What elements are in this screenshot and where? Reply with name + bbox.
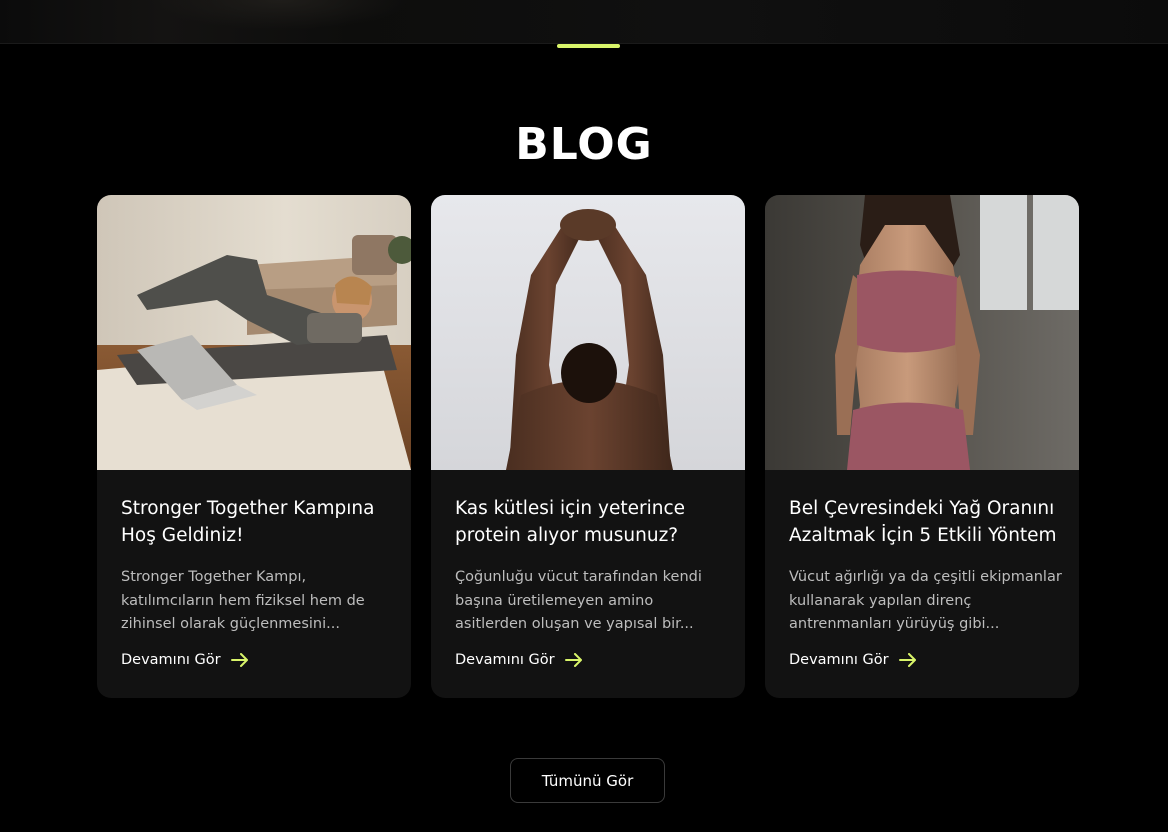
read-more-link[interactable]: Devamını Gör [455,652,583,668]
blog-card[interactable]: Bel Çevresindeki Yağ Oranını Azaltmak İç… [765,195,1079,698]
woman-exercising-image [97,195,411,470]
read-more-link[interactable]: Devamını Gör [121,652,249,668]
blog-card-image[interactable] [765,195,1079,470]
read-more-label: Devamını Gör [455,652,555,668]
blog-card-list: Stronger Together Kampına Hoş Geldiniz! … [97,195,1079,698]
read-more-label: Devamını Gör [789,652,889,668]
hero-texture [150,0,410,30]
view-all-button[interactable]: Tümünü Gör [510,758,665,803]
blog-card-title[interactable]: Kas kütlesi için yeterince protein alıyo… [455,495,729,549]
man-stretching-image [431,195,745,470]
arrow-right-icon [898,653,917,667]
section-title: BLOG [515,118,653,170]
blog-card-image[interactable] [431,195,745,470]
woman-sportswear-image [765,195,1079,470]
blog-card-excerpt: Stronger Together Kampı, katılımcıların … [121,569,365,632]
blog-card-excerpt: Vücut ağırlığı ya da çeşitli ekipmanlar … [789,569,1062,632]
read-more-label: Devamını Gör [121,652,221,668]
blog-card-title[interactable]: Stronger Together Kampına Hoş Geldiniz! [121,495,395,549]
read-more-link[interactable]: Devamını Gör [789,652,917,668]
blog-card-title[interactable]: Bel Çevresindeki Yağ Oranını Azaltmak İç… [789,495,1063,549]
blog-card[interactable]: Stronger Together Kampına Hoş Geldiniz! … [97,195,411,698]
blog-card[interactable]: Kas kütlesi için yeterince protein alıyo… [431,195,745,698]
section-accent-line [557,44,620,48]
hero-image-strip [0,0,1168,44]
arrow-right-icon [230,653,249,667]
arrow-right-icon [564,653,583,667]
blog-card-excerpt: Çoğunluğu vücut tarafından kendi başına … [455,569,702,632]
blog-card-image[interactable] [97,195,411,470]
